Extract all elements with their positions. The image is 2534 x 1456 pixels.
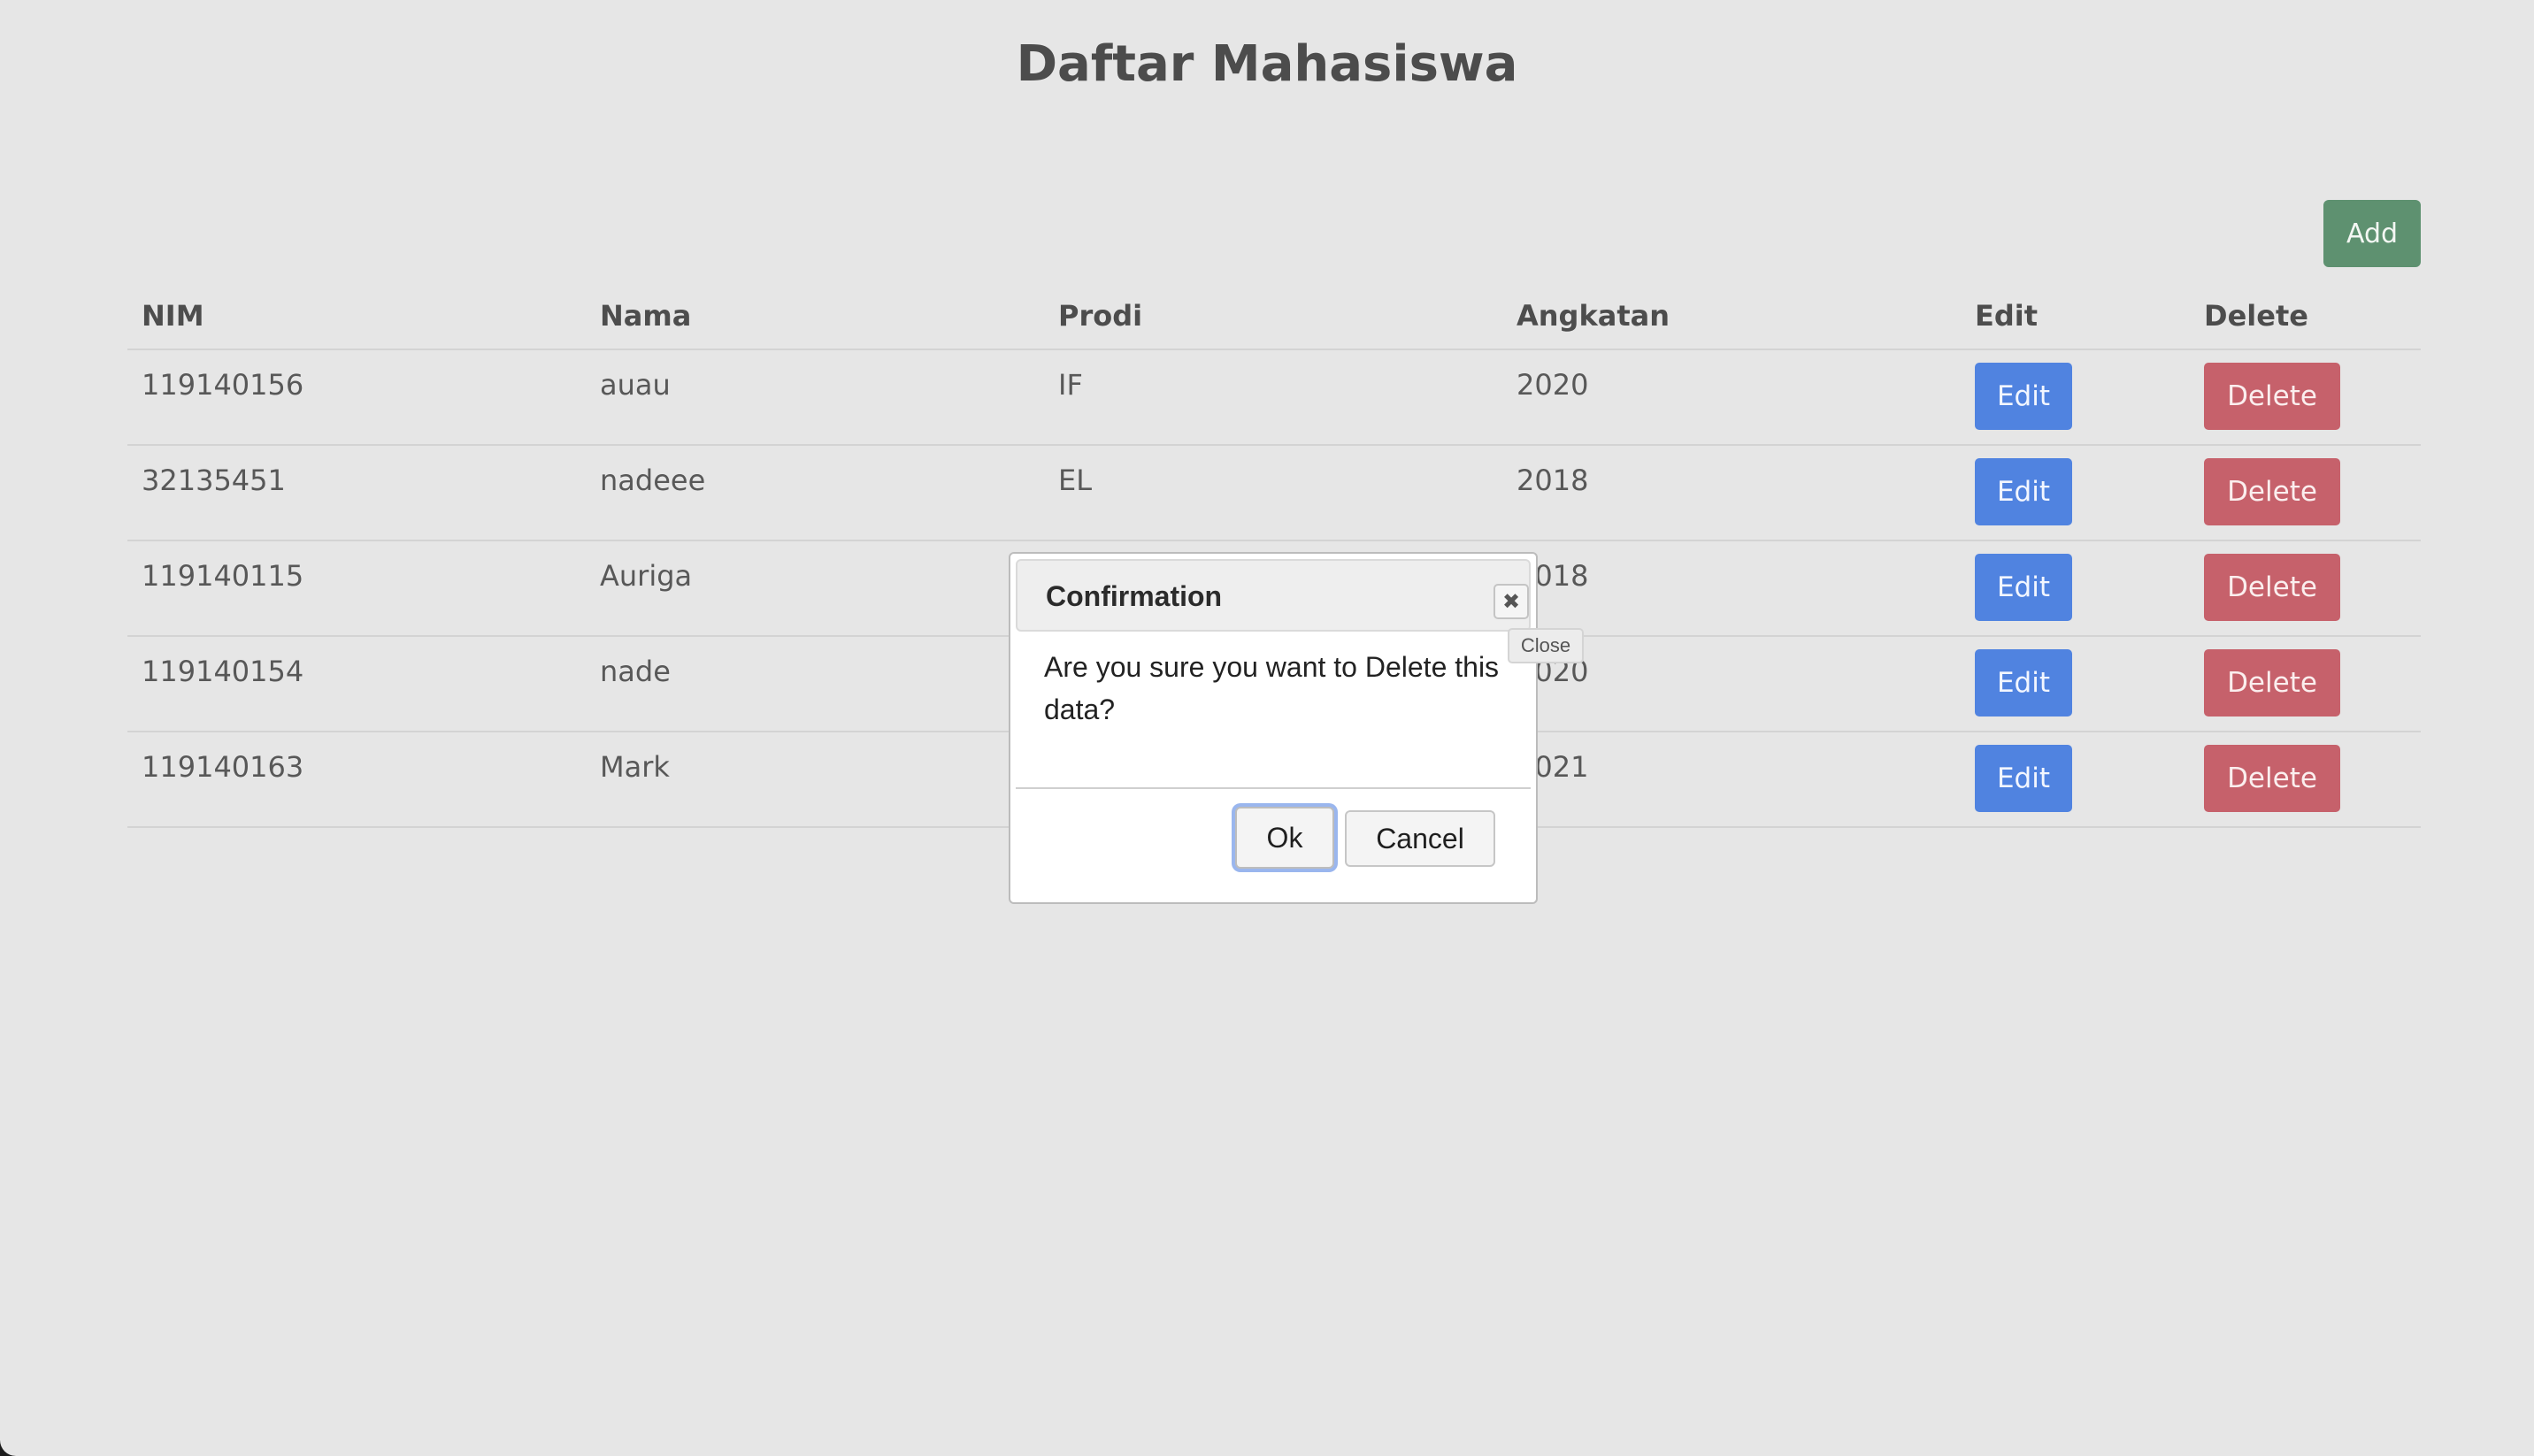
cell-nama: auau bbox=[586, 349, 1044, 446]
cell-angkatan: 2018 bbox=[1502, 540, 1961, 637]
cell-nim: 119140115 bbox=[127, 540, 586, 637]
edit-button[interactable]: Edit bbox=[1975, 554, 2072, 621]
delete-button[interactable]: Delete bbox=[2204, 363, 2340, 430]
cell-prodi: EL bbox=[1044, 445, 1502, 541]
column-header-angkatan: Angkatan bbox=[1502, 283, 1961, 350]
delete-button[interactable]: Delete bbox=[2204, 554, 2340, 621]
cell-edit: Edit bbox=[1961, 540, 2190, 637]
edit-button[interactable]: Edit bbox=[1975, 649, 2072, 717]
dialog-divider bbox=[1016, 787, 1531, 789]
cell-nim: 32135451 bbox=[127, 445, 586, 541]
cell-delete: Delete bbox=[2190, 540, 2421, 637]
cell-nama: Auriga bbox=[586, 540, 1044, 637]
confirmation-dialog: Confirmation ✖ Are you sure you want to … bbox=[1009, 552, 1538, 904]
cell-prodi: IF bbox=[1044, 349, 1502, 446]
ok-button[interactable]: Ok bbox=[1235, 807, 1334, 869]
close-tooltip: Close bbox=[1508, 628, 1584, 663]
edit-button[interactable]: Edit bbox=[1975, 363, 2072, 430]
page-title: Daftar Mahasiswa bbox=[1016, 35, 1518, 93]
delete-button[interactable]: Delete bbox=[2204, 458, 2340, 525]
cell-delete: Delete bbox=[2190, 349, 2421, 446]
cell-edit: Edit bbox=[1961, 349, 2190, 446]
edit-button[interactable]: Edit bbox=[1975, 745, 2072, 812]
cell-nama: Mark bbox=[586, 732, 1044, 828]
dialog-message: Are you sure you want to Delete this dat… bbox=[1044, 651, 1500, 725]
close-icon[interactable]: ✖ bbox=[1494, 584, 1529, 619]
table-header-row: NIM Nama Prodi Angkatan Edit Delete bbox=[127, 283, 2421, 350]
table-row: 32135451 nadeee EL 2018 Edit Delete bbox=[127, 445, 2421, 541]
page: Daftar Mahasiswa Add NIM Nama Prodi Angk… bbox=[0, 0, 2534, 1456]
edit-button[interactable]: Edit bbox=[1975, 458, 2072, 525]
cell-nim: 119140156 bbox=[127, 349, 586, 446]
dialog-title: Confirmation bbox=[1046, 580, 1223, 612]
cell-nim: 119140154 bbox=[127, 636, 586, 732]
cell-delete: Delete bbox=[2190, 445, 2421, 541]
delete-button[interactable]: Delete bbox=[2204, 649, 2340, 717]
delete-button[interactable]: Delete bbox=[2204, 745, 2340, 812]
column-header-delete: Delete bbox=[2190, 283, 2421, 350]
column-header-prodi: Prodi bbox=[1044, 283, 1502, 350]
cancel-button[interactable]: Cancel bbox=[1345, 810, 1495, 867]
dialog-titlebar[interactable]: Confirmation ✖ bbox=[1016, 559, 1531, 632]
cell-angkatan: 2020 bbox=[1502, 349, 1961, 446]
cell-edit: Edit bbox=[1961, 445, 2190, 541]
cell-edit: Edit bbox=[1961, 636, 2190, 732]
column-header-nama: Nama bbox=[586, 283, 1044, 350]
column-header-edit: Edit bbox=[1961, 283, 2190, 350]
cell-edit: Edit bbox=[1961, 732, 2190, 828]
add-button[interactable]: Add bbox=[2323, 200, 2421, 267]
cell-nama: nade bbox=[586, 636, 1044, 732]
cell-delete: Delete bbox=[2190, 732, 2421, 828]
cell-angkatan: 2021 bbox=[1502, 732, 1961, 828]
cell-delete: Delete bbox=[2190, 636, 2421, 732]
column-header-nim: NIM bbox=[127, 283, 586, 350]
cell-nim: 119140163 bbox=[127, 732, 586, 828]
cell-angkatan: 2018 bbox=[1502, 445, 1961, 541]
table-row: 119140156 auau IF 2020 Edit Delete bbox=[127, 349, 2421, 446]
cell-nama: nadeee bbox=[586, 445, 1044, 541]
